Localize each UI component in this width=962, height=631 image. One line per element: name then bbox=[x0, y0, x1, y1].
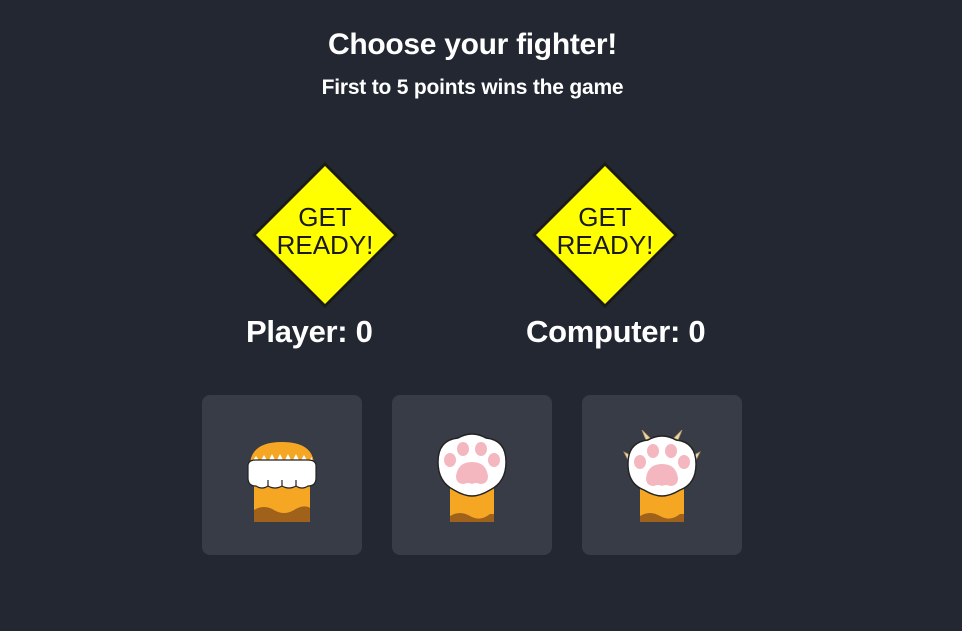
computer-score: Computer: 0 bbox=[526, 314, 706, 349]
page-subtitle: First to 5 points wins the game bbox=[321, 76, 624, 99]
player-score: Player: 0 bbox=[246, 314, 373, 349]
page-title: Choose your fighter! bbox=[327, 28, 617, 61]
computer-get-ready-sign: GET READY! bbox=[530, 160, 680, 310]
open-paw-icon bbox=[437, 433, 507, 522]
rock-button[interactable]: rock bbox=[202, 395, 362, 555]
paper-button[interactable]: paper bbox=[392, 395, 552, 555]
fist-paw-icon bbox=[247, 442, 317, 522]
sign-line-2: READY! bbox=[277, 230, 374, 260]
sign-line-1: GET bbox=[298, 202, 352, 232]
scissors-button[interactable]: scissors bbox=[582, 395, 742, 555]
sign-line-2: READY! bbox=[557, 230, 654, 260]
sign-line-1: GET bbox=[578, 202, 632, 232]
get-ready-sign-icon: GET READY! bbox=[252, 162, 398, 308]
get-ready-sign-icon: GET READY! bbox=[532, 162, 678, 308]
claw-paw-icon bbox=[623, 430, 701, 522]
player-get-ready-sign: GET READY! bbox=[250, 160, 400, 310]
game-page: Choose your fighter! First to 5 points w… bbox=[0, 0, 962, 631]
